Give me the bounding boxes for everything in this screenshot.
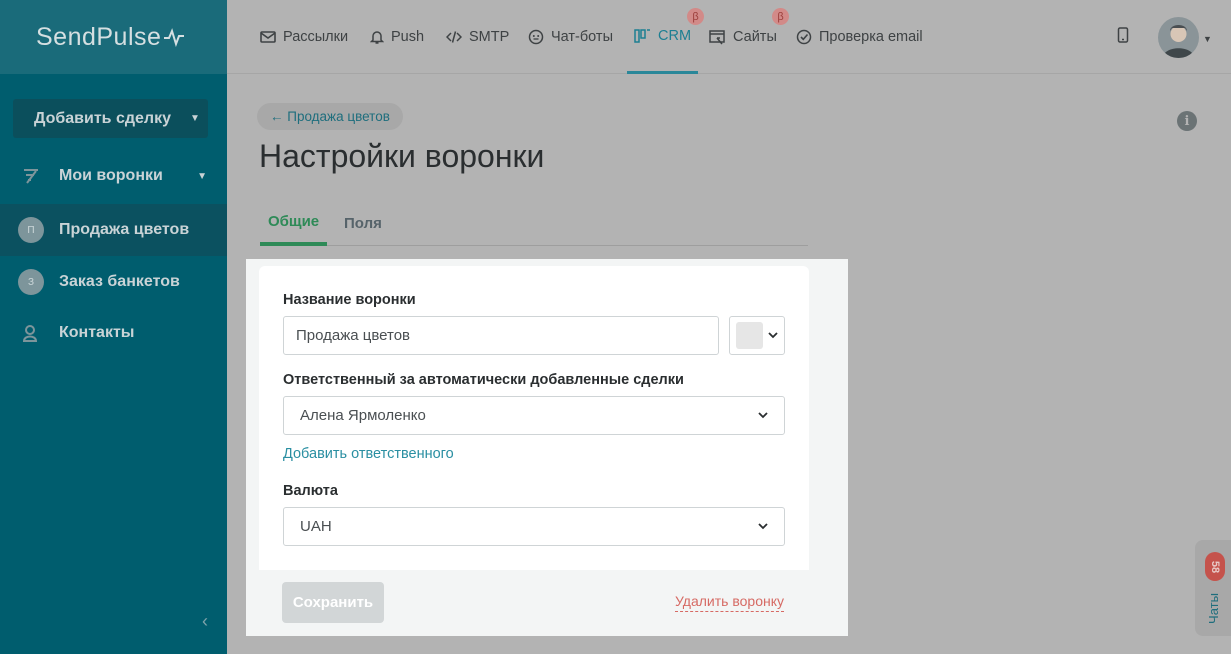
beta-badge: β	[772, 8, 789, 25]
bell-icon	[370, 31, 384, 44]
add-deal-button[interactable]: Добавить сделку ▼	[13, 99, 208, 138]
sidebar-item-label: Продажа цветов	[59, 221, 190, 238]
avatar-icon	[1163, 25, 1194, 58]
sidebar-item-label: Мои воронки	[59, 167, 163, 184]
chevron-down-icon	[758, 523, 768, 530]
responsible-value: Алена Ярмоленко	[300, 407, 426, 424]
tab-general[interactable]: Общие	[260, 200, 328, 246]
sidebar-item-contacts[interactable]: Контакты	[0, 307, 227, 359]
tab-fields[interactable]: Поля	[344, 200, 382, 246]
funnel-avatar: П	[18, 217, 44, 243]
sidebar: SendPulse Добавить сделку ▼ Мои воронки …	[0, 0, 227, 654]
nav-label: Проверка email	[819, 29, 923, 45]
caret-down-icon[interactable]: ▼	[182, 113, 208, 124]
sidebar-item-funnels[interactable]: Мои воронки ▼	[0, 150, 227, 202]
add-deal-label: Добавить сделку	[34, 109, 171, 127]
back-link[interactable]: ← Продажа цветов	[257, 103, 403, 130]
logo[interactable]: SendPulse	[0, 0, 227, 74]
chats-widget[interactable]: 58 Чаты	[1195, 540, 1231, 636]
nav-label: Push	[391, 29, 425, 45]
save-button[interactable]: Сохранить	[282, 582, 384, 623]
caret-down-icon[interactable]: ▼	[1203, 34, 1212, 44]
mail-icon	[260, 31, 276, 43]
nav-email-verify[interactable]: Проверка email	[796, 0, 923, 74]
nav-chatbots[interactable]: Чат-боты	[528, 0, 613, 74]
funnel-icon	[18, 163, 44, 189]
crm-icon	[634, 28, 650, 43]
chats-count-badge: 58	[1205, 552, 1225, 581]
top-navigation: Рассылки Push SMTP Чат-боты CRM β Сайты …	[227, 0, 1231, 74]
chevron-down-icon	[768, 332, 778, 339]
sidebar-item-label: Заказ банкетов	[59, 273, 180, 290]
add-responsible-link[interactable]: Добавить ответственного	[283, 446, 454, 462]
tabs: Общие Поля	[260, 200, 808, 246]
nav-push[interactable]: Push	[370, 0, 424, 74]
chats-count: 58	[1209, 560, 1221, 573]
collapse-sidebar-icon[interactable]: ‹	[202, 611, 208, 632]
phone-icon[interactable]	[1117, 27, 1129, 43]
page-title: Настройки воронки	[259, 138, 545, 174]
currency-value: UAH	[300, 518, 332, 535]
sidebar-item-flower-sales[interactable]: П Продажа цветов	[0, 204, 227, 256]
nav-label: SMTP	[469, 29, 510, 45]
card-footer: Сохранить Удалить воронку	[259, 570, 809, 636]
caret-down-icon: ▼	[197, 170, 207, 182]
code-icon	[446, 31, 462, 43]
funnel-name-label: Название воронки	[283, 292, 416, 308]
sites-icon	[709, 29, 725, 44]
nav-sites[interactable]: Сайты	[709, 0, 777, 74]
beta-badge: β	[687, 8, 704, 25]
currency-label: Валюта	[283, 483, 338, 499]
currency-select[interactable]: UAH	[283, 507, 785, 546]
info-icon[interactable]: i	[1177, 111, 1197, 131]
chevron-down-icon	[758, 412, 768, 419]
logo-text: SendPulse	[36, 22, 162, 51]
responsible-label: Ответственный за автоматически добавленн…	[283, 372, 684, 388]
pulse-icon	[164, 28, 185, 47]
color-swatch	[736, 322, 763, 349]
nav-campaigns[interactable]: Рассылки	[260, 0, 348, 74]
delete-funnel-link[interactable]: Удалить воронку	[675, 593, 784, 612]
user-avatar[interactable]	[1158, 17, 1199, 58]
responsible-select[interactable]: Алена Ярмоленко	[283, 396, 785, 435]
nav-label: Чат-боты	[551, 29, 613, 45]
nav-label: Рассылки	[283, 29, 349, 45]
nav-smtp[interactable]: SMTP	[446, 0, 509, 74]
funnel-name-input[interactable]	[283, 316, 719, 355]
chatbot-icon	[528, 29, 544, 45]
chats-label: Чаты	[1205, 592, 1221, 624]
funnel-settings-card: Название воронки Ответственный за автома…	[259, 266, 809, 636]
sidebar-item-label: Контакты	[59, 324, 135, 341]
nav-label: Сайты	[733, 29, 777, 45]
sidebar-item-banquets[interactable]: З Заказ банкетов	[0, 256, 227, 308]
check-icon	[796, 29, 812, 45]
color-picker[interactable]	[729, 316, 785, 355]
contacts-icon	[18, 320, 44, 346]
nav-label: CRM	[658, 27, 692, 44]
funnel-avatar: З	[18, 269, 44, 295]
